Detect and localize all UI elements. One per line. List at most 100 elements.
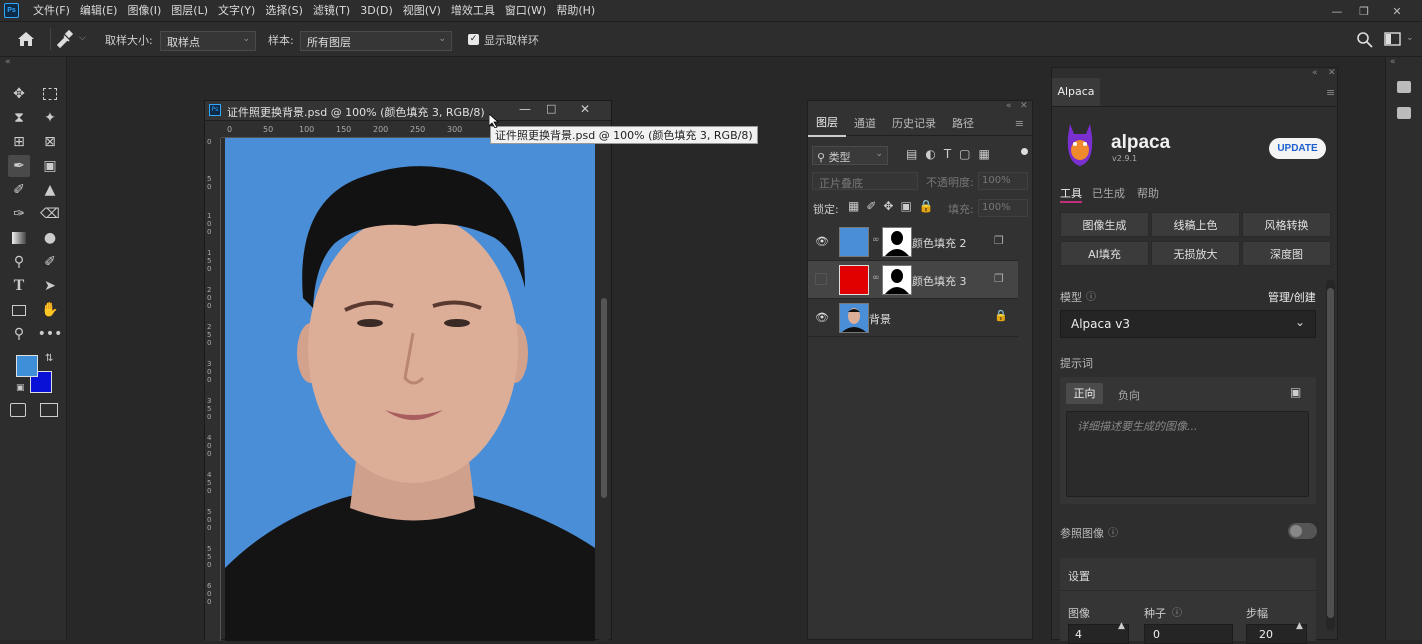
healing-brush-icon[interactable]: ▣ <box>39 155 61 177</box>
ai-fill-button[interactable]: AI填充 <box>1060 241 1149 266</box>
info-icon[interactable]: ⓘ <box>1172 604 1182 619</box>
doc-minimize-icon[interactable]: — <box>519 102 531 116</box>
doc-maximize-icon[interactable]: □ <box>546 102 556 115</box>
sample-dropdown[interactable]: 所有图层 ⌄ <box>300 31 452 51</box>
type-tool-icon[interactable]: T <box>8 275 30 297</box>
swap-colors-icon[interactable]: ⇅ <box>45 353 53 364</box>
move-tool-icon[interactable]: ✥ <box>8 83 30 105</box>
history-brush-icon[interactable]: ✑ <box>8 203 30 225</box>
frame-tool-icon[interactable]: ⊠ <box>39 131 61 153</box>
image-generation-button[interactable]: 图像生成 <box>1060 212 1149 237</box>
stepper-up-icon[interactable]: ▲ <box>1118 621 1125 631</box>
minimize-icon[interactable]: — <box>1324 0 1350 22</box>
lock-pixels-icon[interactable]: ✐ <box>866 199 876 213</box>
link-icon[interactable]: ∞ <box>872 235 880 245</box>
pen-tool-icon[interactable]: ✐ <box>39 251 61 273</box>
manage-create-link[interactable]: 管理/创建 <box>1268 289 1316 305</box>
stepper-up-icon[interactable]: ▲ <box>1296 621 1303 631</box>
menu-file[interactable]: 文件(F) <box>28 0 75 22</box>
tool-preset-chevron-icon[interactable]: ⌵ <box>79 33 86 43</box>
filter-adjustment-icon[interactable]: ◐ <box>925 147 935 161</box>
blend-mode-dropdown[interactable]: 正片叠底 <box>812 172 918 190</box>
tab-history[interactable]: 历史记录 <box>884 111 944 136</box>
tab-generated[interactable]: 已生成 <box>1092 185 1125 201</box>
layer-filter-dropdown[interactable]: ⚲ 类型 ⌄ <box>812 146 888 165</box>
workspace-chevron-icon[interactable]: ⌄ <box>1406 33 1414 43</box>
collapse-icon[interactable]: « <box>1390 57 1396 67</box>
lock-all-icon[interactable]: 🔒 <box>919 199 934 213</box>
vertical-scrollbar[interactable] <box>599 138 609 641</box>
lock-artboard-icon[interactable]: ▣ <box>900 199 911 213</box>
tab-help[interactable]: 帮助 <box>1137 185 1159 201</box>
stamp-tool-icon[interactable]: ▲ <box>39 179 61 201</box>
sample-size-dropdown[interactable]: 取样点 ⌄ <box>160 31 256 51</box>
seed-input[interactable]: 0 <box>1144 624 1233 644</box>
menu-select[interactable]: 选择(S) <box>260 0 308 22</box>
reference-image-toggle[interactable] <box>1288 523 1317 539</box>
depth-map-button[interactable]: 深度图 <box>1242 241 1331 266</box>
filter-pixel-icon[interactable]: ▤ <box>906 147 917 161</box>
panel-collapse-icon[interactable]: « <box>1006 101 1012 111</box>
marquee-tool-icon[interactable] <box>39 83 61 105</box>
filter-smart-icon[interactable]: ▦ <box>979 147 990 161</box>
more-tools-icon[interactable]: ••• <box>38 323 63 345</box>
tab-layers[interactable]: 图层 <box>808 110 846 137</box>
menu-plugins[interactable]: 增效工具 <box>446 0 500 22</box>
show-ring-checkbox[interactable]: ✓ <box>468 34 479 45</box>
lock-transparent-icon[interactable]: ▦ <box>848 199 859 213</box>
cube-icon[interactable]: ▣ <box>1290 385 1301 399</box>
brush-tool-icon[interactable]: ✐ <box>8 179 30 201</box>
quick-mask-icon[interactable] <box>10 403 26 417</box>
restore-icon[interactable]: ❐ <box>1351 0 1377 22</box>
positive-tab[interactable]: 正向 <box>1066 383 1103 404</box>
info-icon[interactable]: ⓘ <box>1086 288 1096 303</box>
eye-icon[interactable]: 👁 <box>815 235 829 248</box>
alpaca-scrollbar[interactable] <box>1326 280 1335 630</box>
plugin-icon[interactable] <box>1397 81 1411 93</box>
tab-channels[interactable]: 通道 <box>846 111 884 136</box>
eraser-tool-icon[interactable]: ⌫ <box>39 203 61 225</box>
eye-icon[interactable]: 👁 <box>815 311 829 324</box>
screen-mode-icon[interactable] <box>40 403 58 417</box>
menu-filter[interactable]: 滤镜(T) <box>308 0 355 22</box>
style-transfer-button[interactable]: 风格转换 <box>1242 212 1331 237</box>
menu-help[interactable]: 帮助(H) <box>551 0 600 22</box>
negative-tab[interactable]: 负向 <box>1118 387 1140 403</box>
menu-layer[interactable]: 图层(L) <box>166 0 213 22</box>
gradient-tool-icon[interactable] <box>8 227 30 249</box>
tab-tools[interactable]: 工具 <box>1060 185 1082 201</box>
home-icon[interactable] <box>16 30 36 48</box>
update-button[interactable]: UPDATE <box>1269 138 1326 159</box>
magic-wand-icon[interactable]: ✦ <box>39 107 61 129</box>
foreground-color-swatch-top[interactable] <box>16 355 38 377</box>
menu-edit[interactable]: 编辑(E) <box>75 0 123 22</box>
collapse-icon[interactable]: « <box>5 57 11 67</box>
lasso-tool-icon[interactable]: ⧗ <box>8 107 30 129</box>
lock-position-icon[interactable]: ✥ <box>883 199 893 213</box>
panel-collapse-icon[interactable]: « <box>1312 68 1318 78</box>
model-dropdown[interactable]: Alpaca v3 ⌄ <box>1060 310 1316 338</box>
blur-tool-icon[interactable]: ● <box>39 227 61 249</box>
filter-type-icon[interactable]: T <box>944 147 951 161</box>
opacity-input[interactable]: 100% <box>978 172 1028 190</box>
crop-tool-icon[interactable]: ⊞ <box>8 131 30 153</box>
menu-image[interactable]: 图像(I) <box>122 0 166 22</box>
tab-alpaca[interactable]: Alpaca <box>1052 78 1100 106</box>
document-title-bar[interactable]: Ps 证件照更换背景.psd @ 100% (颜色填充 3, RGB/8) — … <box>205 101 611 121</box>
eyedropper-tool-icon[interactable] <box>55 29 74 49</box>
layer-row[interactable]: 👁 背景 🔒 <box>808 299 1018 337</box>
scrollbar-thumb[interactable] <box>1327 288 1334 618</box>
zoom-tool-icon[interactable]: ⚲ <box>8 323 30 345</box>
panel-close-icon[interactable]: ✕ <box>1020 101 1028 111</box>
hand-tool-icon[interactable]: ✋ <box>39 299 61 321</box>
rectangle-tool-icon[interactable] <box>8 299 30 321</box>
panel-menu-icon[interactable]: ≡ <box>1326 86 1335 99</box>
scrollbar-thumb[interactable] <box>601 298 607 498</box>
workspace-icon[interactable] <box>1384 32 1402 47</box>
menu-type[interactable]: 文字(Y) <box>213 0 260 22</box>
search-icon[interactable] <box>1356 31 1374 49</box>
path-selection-icon[interactable]: ➤ <box>39 275 61 297</box>
comments-icon[interactable] <box>1397 107 1411 119</box>
layer-row-selected[interactable]: ∞ 颜色填充 3 ❐ <box>808 261 1018 299</box>
close-icon[interactable]: ✕ <box>1384 0 1410 22</box>
